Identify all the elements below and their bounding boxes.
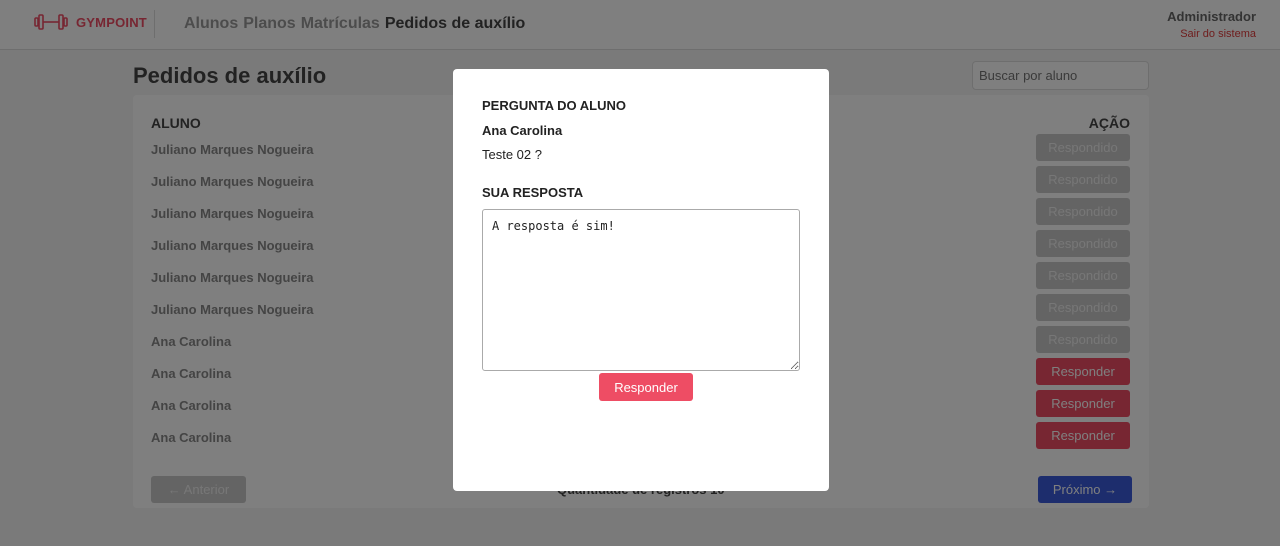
submit-answer-button[interactable]: Responder bbox=[599, 373, 693, 401]
modal-student-name: Ana Carolina bbox=[482, 123, 563, 138]
answer-modal: PERGUNTA DO ALUNO Ana Carolina Teste 02 … bbox=[453, 69, 829, 491]
question-text: Teste 02 ? bbox=[482, 147, 542, 162]
answer-textarea[interactable]: A resposta é sim! bbox=[482, 209, 800, 371]
question-heading: PERGUNTA DO ALUNO bbox=[482, 98, 626, 113]
answer-heading: SUA RESPOSTA bbox=[482, 185, 584, 200]
